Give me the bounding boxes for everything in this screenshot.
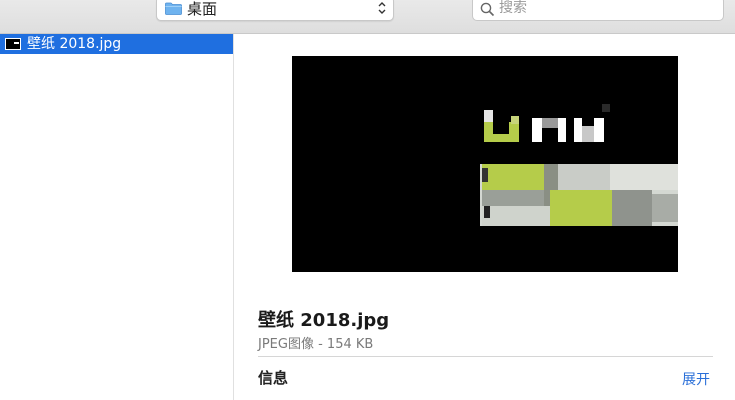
preview-title: 壁纸 2018.jpg [258,310,390,331]
open-dialog-window: 桌面 壁纸 2018.jpg [0,0,735,400]
search-box[interactable] [472,0,724,21]
search-icon [480,2,495,17]
toolbar: 桌面 [0,0,735,34]
image-file-icon [5,38,21,50]
preview-subtitle: JPEG图像 - 154 KB [258,337,374,352]
file-name: 壁纸 2018.jpg [27,36,122,52]
stepper-icon [378,2,386,14]
search-input[interactable] [499,0,709,18]
image-preview [292,56,678,272]
expand-button[interactable]: 展开 [682,369,710,389]
info-section-label: 信息 [258,369,289,387]
location-label: 桌面 [187,0,218,18]
file-list: 壁纸 2018.jpg [0,34,234,400]
file-list-item[interactable]: 壁纸 2018.jpg [0,34,233,54]
location-popup[interactable]: 桌面 [156,0,394,21]
folder-icon [165,2,182,15]
divider [258,356,713,357]
preview-pane: 壁纸 2018.jpg JPEG图像 - 154 KB 信息 展开 [234,34,735,400]
